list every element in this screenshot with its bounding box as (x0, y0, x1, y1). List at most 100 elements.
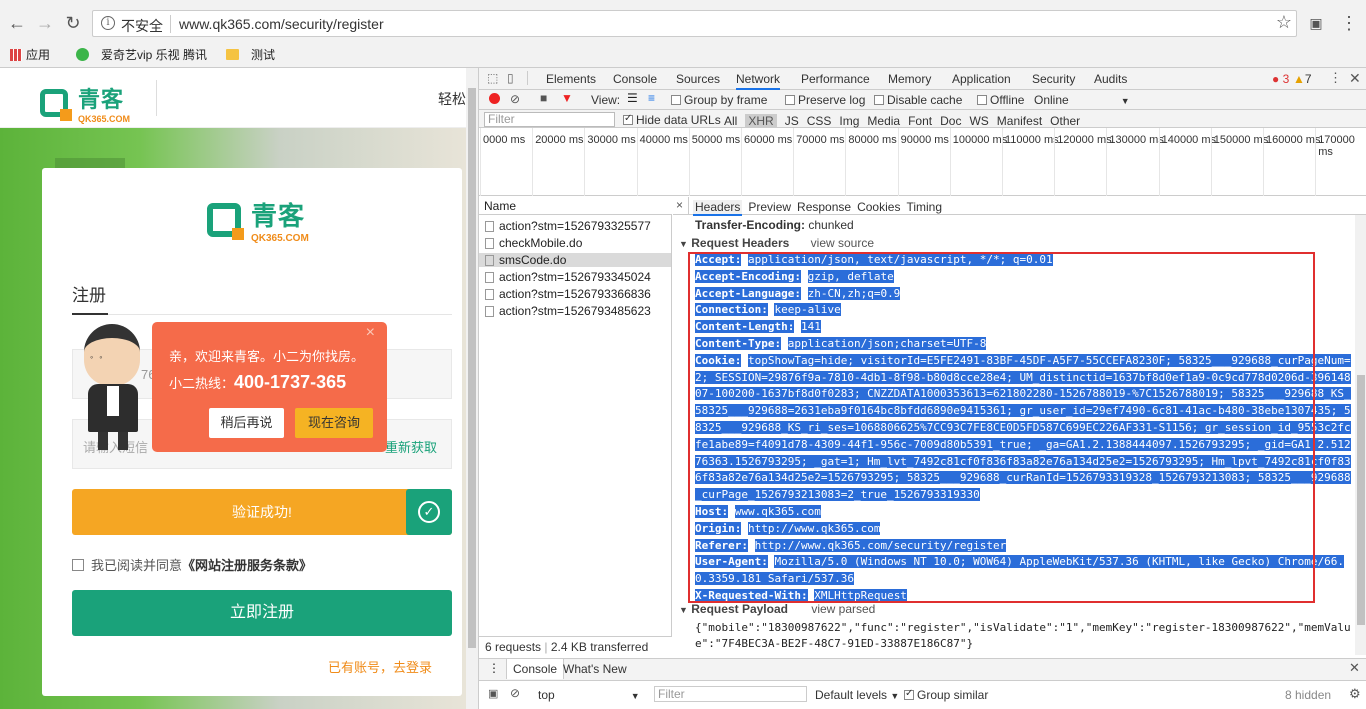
address-bar[interactable]: i 不安全 www.qk365.com/security/register ☆ (92, 10, 1297, 37)
request-row[interactable]: action?stm=1526793345024 (485, 270, 651, 284)
disable-cache[interactable]: Disable cache (874, 93, 962, 107)
bookmark-iqiyi[interactable]: 爱奇艺vip 乐视 腾讯 (76, 46, 207, 63)
close-icon[interactable]: × (366, 324, 375, 342)
record-icon[interactable] (489, 93, 500, 104)
details-scrollbar[interactable] (1355, 215, 1366, 655)
console-filter-input[interactable]: Filter (654, 686, 807, 702)
tab-cookies[interactable]: Cookies (857, 200, 900, 216)
bookmark-test[interactable]: 测试 (226, 46, 275, 63)
reload-icon[interactable]: ↻ (62, 12, 84, 34)
consult-button[interactable]: 现在咨询 (295, 408, 373, 438)
close-details-icon[interactable]: × (676, 198, 683, 212)
timeline-tick: 70000 ms (796, 134, 845, 146)
timeline-tick: 50000 ms (691, 134, 741, 146)
tab-performance[interactable]: Performance (801, 72, 870, 86)
hotline-number: 400-1737-365 (234, 372, 347, 392)
login-link[interactable]: 已有账号，去登录 (328, 657, 432, 676)
context-select[interactable]: top ▼ (538, 688, 640, 702)
request-row[interactable]: checkMobile.do (485, 236, 582, 250)
request-payload-section[interactable]: ▼ Request Payload view parsed (679, 602, 875, 616)
sidebar-toggle-icon[interactable]: ▣ (488, 687, 498, 700)
list-view-icon[interactable]: ☰ (627, 91, 638, 105)
triangle-down-icon: ▼ (679, 239, 688, 249)
warning-count[interactable]: ▲7 (1293, 72, 1312, 86)
tab-elements[interactable]: Elements (546, 72, 596, 86)
page-scrollbar[interactable] (466, 68, 478, 709)
type-manifest[interactable]: Manifest (997, 114, 1042, 128)
tab-application[interactable]: Application (952, 72, 1011, 86)
tab-audits[interactable]: Audits (1094, 72, 1127, 86)
back-icon[interactable]: ← (6, 12, 28, 34)
tab-network[interactable]: Network (736, 72, 781, 90)
tab-console[interactable]: Console (613, 72, 657, 86)
preserve-log[interactable]: Preserve log (785, 93, 865, 107)
waterfall-view-icon[interactable]: ≡ (648, 91, 655, 105)
hide-data-urls[interactable]: Hide data URLs (623, 113, 721, 127)
tab-timing[interactable]: Timing (906, 200, 942, 216)
error-count[interactable]: ● 3 (1272, 72, 1289, 86)
close-devtools-icon[interactable]: ✕ (1349, 70, 1361, 87)
bookmarks-bar: 应用 爱奇艺vip 乐视 腾讯 测试 (0, 42, 1366, 66)
filter-input[interactable]: Filter (484, 112, 615, 127)
tab-memory[interactable]: Memory (888, 72, 931, 86)
tab-headers[interactable]: Headers (693, 200, 743, 216)
later-button[interactable]: 稍后再说 (209, 408, 284, 438)
agree-checkbox[interactable] (72, 558, 84, 571)
star-icon[interactable]: ☆ (1276, 12, 1292, 33)
clear-icon[interactable]: ⊘ (510, 92, 520, 106)
url-text[interactable]: www.qk365.com/security/register (179, 16, 384, 32)
terms-link[interactable]: 《网站注册服务条款》 (182, 555, 312, 574)
type-img[interactable]: Img (839, 114, 859, 128)
type-doc[interactable]: Doc (940, 114, 961, 128)
type-font[interactable]: Font (908, 114, 932, 128)
clear-console-icon[interactable]: ⊘ (510, 686, 520, 700)
bookmark-apps[interactable]: 应用 (10, 46, 50, 63)
info-icon[interactable]: i (101, 16, 115, 30)
offline-toggle[interactable]: Offline (977, 93, 1024, 107)
tab-security[interactable]: Security (1032, 72, 1075, 86)
header-slogan: 轻松 (438, 91, 466, 107)
type-xhr[interactable]: XHR (745, 114, 777, 128)
tab-sources[interactable]: Sources (676, 72, 720, 86)
request-row-selected[interactable]: smsCode.do (479, 253, 671, 267)
devtools-menu-icon[interactable]: ⋮ (1329, 70, 1342, 86)
register-button[interactable]: 立即注册 (72, 590, 452, 636)
tab-preview[interactable]: Preview (748, 200, 791, 216)
type-all[interactable]: All (724, 114, 737, 128)
drawer-menu-icon[interactable]: ⋮ (488, 661, 500, 675)
resend-link[interactable]: 重新获取 (385, 437, 437, 456)
camera-icon[interactable]: ■ (540, 91, 547, 105)
menu-icon[interactable]: ⋮ (1338, 12, 1360, 34)
inspect-icon[interactable]: ⬚ (487, 71, 498, 85)
request-row[interactable]: action?stm=1526793485623 (485, 304, 651, 318)
type-css[interactable]: CSS (807, 114, 832, 128)
type-media[interactable]: Media (867, 114, 900, 128)
throttling-select[interactable]: Online ▼ (1034, 93, 1130, 107)
settings-icon[interactable]: ⚙ (1349, 686, 1361, 702)
tab-response[interactable]: Response (797, 200, 851, 216)
log-levels-select[interactable]: Default levels ▼ (815, 688, 899, 702)
drawer-tab-console[interactable]: Console (506, 659, 565, 679)
group-similar[interactable]: Group similar (904, 688, 988, 702)
view-source-link[interactable]: view source (811, 236, 874, 250)
type-other[interactable]: Other (1050, 114, 1080, 128)
filter-icon[interactable]: ▼ (561, 91, 573, 105)
device-icon[interactable]: ▯ (507, 71, 514, 85)
request-row[interactable]: action?stm=1526793325577 (485, 219, 651, 233)
type-js[interactable]: JS (785, 114, 799, 128)
request-headers-section[interactable]: ▼ Request Headers view source (679, 236, 874, 250)
group-by-frame[interactable]: Group by frame (671, 93, 767, 107)
request-row[interactable]: action?stm=1526793366836 (485, 287, 651, 301)
forward-icon[interactable]: → (34, 12, 56, 34)
view-parsed-link[interactable]: view parsed (811, 602, 875, 616)
logo-q-icon (40, 89, 72, 121)
extension-icon[interactable]: ▣ (1305, 12, 1327, 34)
network-overview[interactable]: 0000 ms 20000 ms 30000 ms 40000 ms 50000 ms 6… (479, 128, 1366, 196)
close-drawer-icon[interactable]: ✕ (1349, 660, 1360, 676)
site-logo[interactable]: 青客 QK365.COM (40, 82, 130, 124)
type-ws[interactable]: WS (969, 114, 988, 128)
verify-slider[interactable]: 验证成功! ✓ (72, 489, 452, 535)
drawer-tab-whats-new[interactable]: What's New (563, 662, 627, 676)
name-column-header[interactable]: Name (484, 199, 516, 213)
request-list: Name action?stm=1526793325577 checkMobil… (479, 197, 672, 655)
